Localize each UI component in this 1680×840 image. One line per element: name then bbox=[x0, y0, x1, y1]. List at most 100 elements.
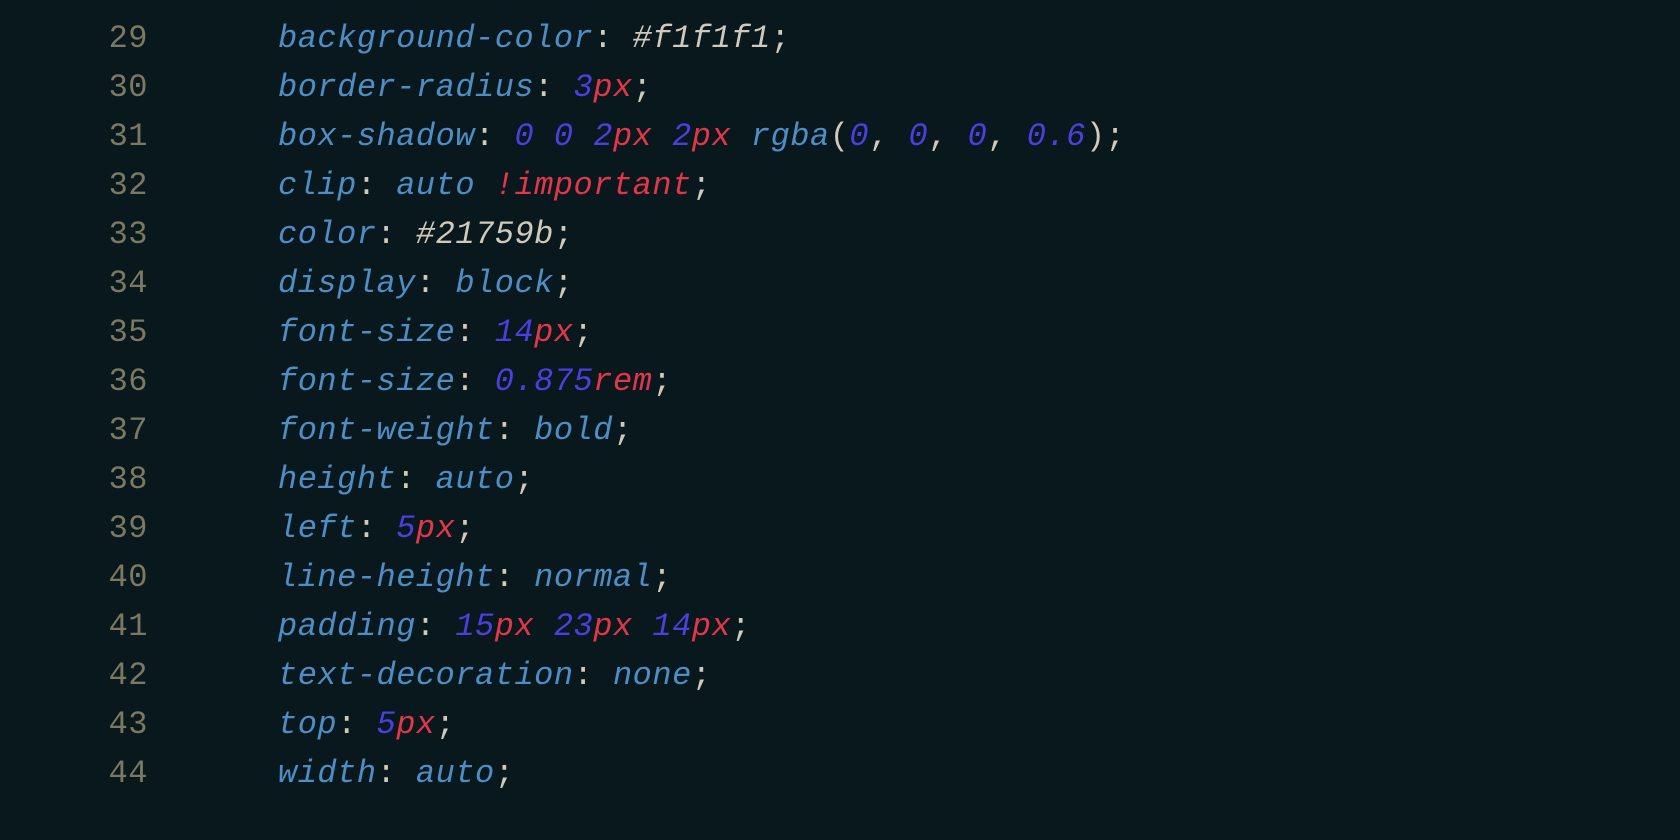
token-punct: : bbox=[574, 657, 613, 694]
token-punct: : bbox=[377, 755, 416, 792]
token-prop: display bbox=[278, 265, 416, 302]
token-unit: px bbox=[692, 608, 731, 645]
code-editor[interactable]: 29background-color: #f1f1f1;30border-rad… bbox=[0, 0, 1680, 798]
token-value: normal bbox=[534, 559, 652, 596]
line-number: 32 bbox=[0, 161, 148, 210]
token-punct: : bbox=[475, 118, 514, 155]
code-line[interactable]: 36font-size: 0.875rem; bbox=[0, 357, 1680, 406]
token-punct bbox=[652, 118, 672, 155]
token-numlit: 0 bbox=[514, 118, 534, 155]
code-line[interactable]: 30border-radius: 3px; bbox=[0, 63, 1680, 112]
token-punct: ; bbox=[613, 412, 633, 449]
token-hexv: #21759b bbox=[416, 216, 554, 253]
token-value: auto bbox=[436, 461, 515, 498]
line-content[interactable]: left: 5px; bbox=[148, 504, 475, 553]
token-punct bbox=[731, 118, 751, 155]
line-content[interactable]: font-size: 14px; bbox=[148, 308, 593, 357]
token-numlit: 15 bbox=[455, 608, 494, 645]
token-punct: ( bbox=[830, 118, 850, 155]
token-prop: background-color bbox=[278, 20, 593, 57]
token-punct: ; bbox=[554, 265, 574, 302]
line-content[interactable]: clip: auto !important; bbox=[148, 161, 711, 210]
token-punct: : bbox=[534, 69, 573, 106]
line-number: 42 bbox=[0, 651, 148, 700]
code-line[interactable]: 44width: auto; bbox=[0, 749, 1680, 798]
token-unit: px bbox=[593, 69, 632, 106]
token-prop: font-size bbox=[278, 314, 455, 351]
token-punct bbox=[574, 118, 594, 155]
token-prop: color bbox=[278, 216, 377, 253]
code-line[interactable]: 29background-color: #f1f1f1; bbox=[0, 14, 1680, 63]
line-content[interactable]: font-size: 0.875rem; bbox=[148, 357, 672, 406]
token-prop: text-decoration bbox=[278, 657, 574, 694]
line-number: 35 bbox=[0, 308, 148, 357]
token-punct: ; bbox=[554, 216, 574, 253]
code-line[interactable]: 37font-weight: bold; bbox=[0, 406, 1680, 455]
token-numlit: 0.875 bbox=[495, 363, 594, 400]
token-numlit: 2 bbox=[672, 118, 692, 155]
token-prop: line-height bbox=[278, 559, 495, 596]
line-content[interactable]: top: 5px; bbox=[148, 700, 455, 749]
code-line[interactable]: 42text-decoration: none; bbox=[0, 651, 1680, 700]
token-punct: ; bbox=[574, 314, 594, 351]
token-punct: : bbox=[455, 314, 494, 351]
token-punct: , bbox=[869, 118, 908, 155]
token-punct: : bbox=[416, 265, 455, 302]
token-prop: top bbox=[278, 706, 337, 743]
line-content[interactable]: padding: 15px 23px 14px; bbox=[148, 602, 751, 651]
token-punct: : bbox=[593, 20, 632, 57]
token-value: auto bbox=[396, 167, 475, 204]
token-unit: px bbox=[396, 706, 435, 743]
token-value: bold bbox=[534, 412, 613, 449]
token-punct: : bbox=[416, 608, 455, 645]
line-content[interactable]: display: block; bbox=[148, 259, 574, 308]
line-content[interactable]: height: auto; bbox=[148, 455, 534, 504]
line-content[interactable]: box-shadow: 0 0 2px 2px rgba(0, 0, 0, 0.… bbox=[148, 112, 1125, 161]
token-numlit: 3 bbox=[574, 69, 594, 106]
code-line[interactable]: 41padding: 15px 23px 14px; bbox=[0, 602, 1680, 651]
token-punct: , bbox=[928, 118, 967, 155]
code-line[interactable]: 40line-height: normal; bbox=[0, 553, 1680, 602]
token-numlit: 0 bbox=[968, 118, 988, 155]
token-punct: ; bbox=[455, 510, 475, 547]
token-imp: !important bbox=[495, 167, 692, 204]
token-punct bbox=[633, 608, 653, 645]
token-punct: : bbox=[337, 706, 376, 743]
line-content[interactable]: width: auto; bbox=[148, 749, 514, 798]
token-numlit: 0 bbox=[554, 118, 574, 155]
line-content[interactable]: font-weight: bold; bbox=[148, 406, 633, 455]
line-content[interactable]: color: #21759b; bbox=[148, 210, 574, 259]
code-line[interactable]: 38height: auto; bbox=[0, 455, 1680, 504]
code-line[interactable]: 33color: #21759b; bbox=[0, 210, 1680, 259]
code-line[interactable]: 39left: 5px; bbox=[0, 504, 1680, 553]
code-line[interactable]: 35font-size: 14px; bbox=[0, 308, 1680, 357]
line-content[interactable]: text-decoration: none; bbox=[148, 651, 711, 700]
line-number: 30 bbox=[0, 63, 148, 112]
token-value: auto bbox=[416, 755, 495, 792]
code-line[interactable]: 34display: block; bbox=[0, 259, 1680, 308]
token-numlit: 5 bbox=[396, 510, 416, 547]
code-line[interactable]: 31box-shadow: 0 0 2px 2px rgba(0, 0, 0, … bbox=[0, 112, 1680, 161]
token-punct bbox=[475, 167, 495, 204]
token-unit: px bbox=[593, 608, 632, 645]
token-unit: px bbox=[534, 314, 573, 351]
token-numlit: 0 bbox=[849, 118, 869, 155]
line-content[interactable]: background-color: #f1f1f1; bbox=[148, 14, 790, 63]
token-punct: : bbox=[495, 559, 534, 596]
line-content[interactable]: line-height: normal; bbox=[148, 553, 672, 602]
line-number: 39 bbox=[0, 504, 148, 553]
token-prop: font-size bbox=[278, 363, 455, 400]
token-unit: px bbox=[692, 118, 731, 155]
code-line[interactable]: 43top: 5px; bbox=[0, 700, 1680, 749]
token-value: none bbox=[613, 657, 692, 694]
token-punct: , bbox=[987, 118, 1026, 155]
line-number: 40 bbox=[0, 553, 148, 602]
code-line[interactable]: 32clip: auto !important; bbox=[0, 161, 1680, 210]
line-number: 43 bbox=[0, 700, 148, 749]
line-number: 34 bbox=[0, 259, 148, 308]
token-func: rgba bbox=[751, 118, 830, 155]
token-punct: ; bbox=[514, 461, 534, 498]
line-content[interactable]: border-radius: 3px; bbox=[148, 63, 652, 112]
token-punct: ; bbox=[731, 608, 751, 645]
token-punct: ; bbox=[692, 657, 712, 694]
